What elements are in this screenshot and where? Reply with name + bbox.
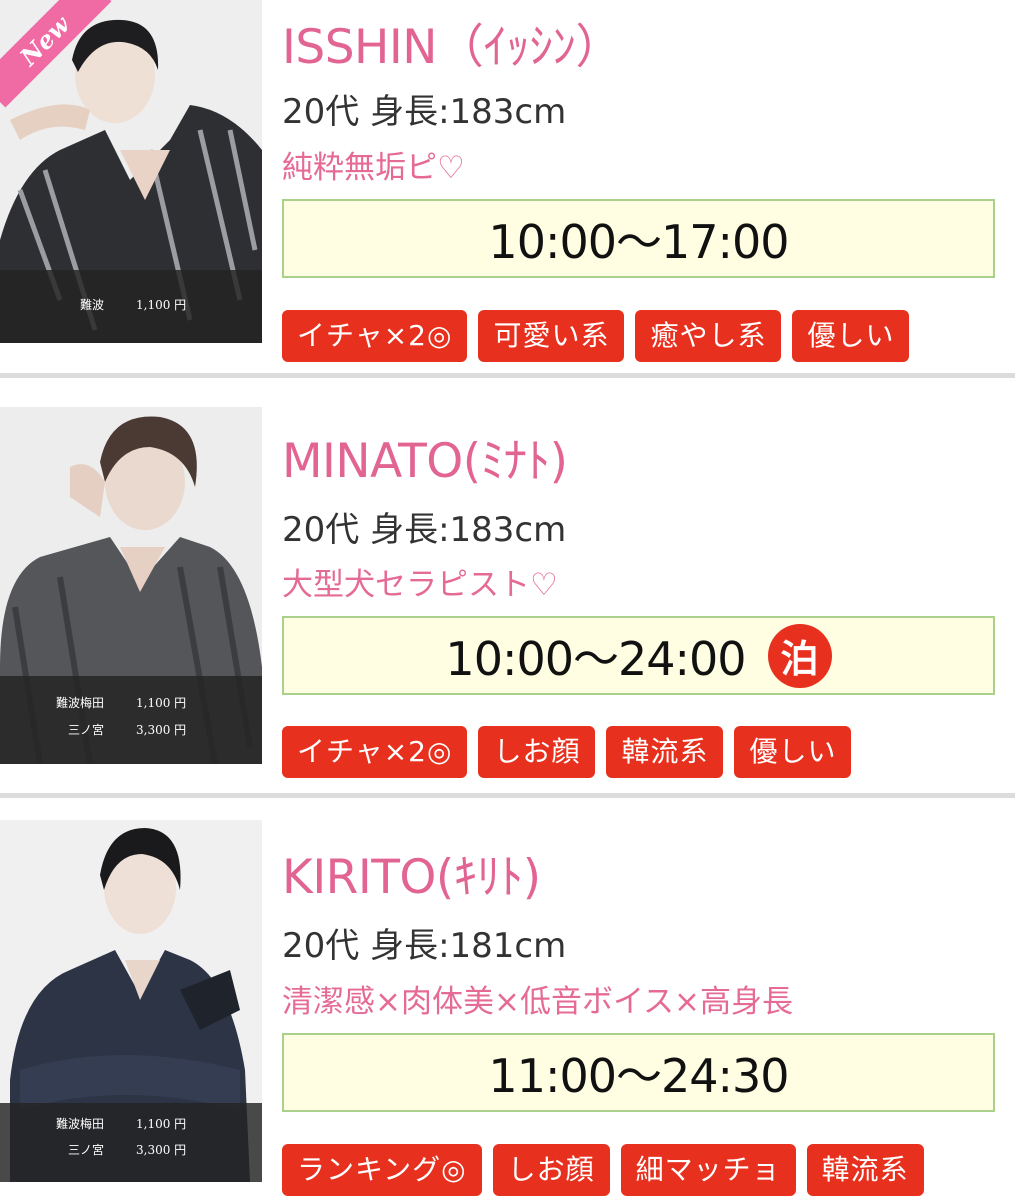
price-location: 難波梅田: [55, 1117, 104, 1131]
tag: 優しい: [792, 310, 910, 362]
tag: 韓流系: [806, 1144, 924, 1196]
tag: 細マッチョ: [620, 1144, 796, 1196]
tag: しお顔: [478, 726, 596, 778]
price-row: 難波 1,100 円: [0, 296, 262, 316]
cast-catchphrase: 純粋無垢ピ♡: [282, 150, 465, 186]
cast-card[interactable]: New 難波 1,100 円 ISSHIN（ｲｯｼﾝ） 20代 身長:183cm…: [0, 0, 1015, 370]
price-row: 三ノ宮 3,300 円: [0, 1141, 262, 1161]
schedule-time-box: 10:00〜24:00 泊: [282, 616, 995, 695]
price-band: 難波梅田 1,100 円 三ノ宮 3,300 円: [0, 676, 262, 764]
card-separator: [0, 373, 1015, 378]
cast-card[interactable]: 難波梅田 1,100 円 三ノ宮 3,300 円 MINATO(ﾐﾅﾄ) 20代…: [0, 402, 1015, 782]
price-location: 難波梅田: [55, 696, 104, 710]
tag: イチャ×2◎: [282, 310, 468, 362]
schedule-time-box: 10:00〜17:00: [282, 199, 995, 278]
cast-name[interactable]: MINATO(ﾐﾅﾄ): [282, 422, 568, 491]
price-row: 難波梅田 1,100 円: [0, 694, 262, 714]
schedule-time-box: 11:00〜24:30: [282, 1033, 995, 1112]
cast-photo[interactable]: 難波梅田 1,100 円 三ノ宮 3,300 円: [0, 820, 262, 1182]
tag: イチャ×2◎: [282, 726, 468, 778]
tag-list: イチャ×2◎ 可愛い系 癒やし系 優しい: [282, 310, 910, 362]
tag: ランキング◎: [282, 1144, 482, 1196]
cast-age-height: 20代 身長:183cm: [282, 510, 567, 550]
cast-name[interactable]: ISSHIN（ｲｯｼﾝ）: [282, 8, 622, 77]
tag: しお顔: [492, 1144, 610, 1196]
tag: 癒やし系: [635, 310, 782, 362]
price-location: 難波: [79, 298, 104, 312]
price-value: 3,300 円: [136, 723, 187, 737]
price-value: 1,100 円: [136, 1117, 187, 1131]
price-location: 三ノ宮: [67, 1143, 104, 1157]
price-row: 三ノ宮 3,300 円: [0, 721, 262, 741]
schedule-time: 11:00〜24:30: [488, 1048, 789, 1103]
tag: 優しい: [734, 726, 852, 778]
cast-card[interactable]: 難波梅田 1,100 円 三ノ宮 3,300 円 KIRITO(ｷﾘﾄ) 20代…: [0, 820, 1015, 1200]
cast-age-height: 20代 身長:181cm: [282, 926, 567, 966]
price-band: 難波 1,100 円: [0, 270, 262, 343]
price-value: 3,300 円: [136, 1143, 187, 1157]
cast-catchphrase: 大型犬セラピスト♡: [282, 567, 558, 603]
price-band: 難波梅田 1,100 円 三ノ宮 3,300 円: [0, 1103, 262, 1182]
tag: 可愛い系: [478, 310, 625, 362]
cast-name[interactable]: KIRITO(ｷﾘﾄ): [282, 838, 541, 907]
schedule-time: 10:00〜17:00: [488, 214, 789, 269]
price-value: 1,100 円: [136, 298, 187, 312]
tag: 韓流系: [606, 726, 724, 778]
price-location: 三ノ宮: [67, 723, 104, 737]
price-value: 1,100 円: [136, 696, 187, 710]
tag-list: イチャ×2◎ しお顔 韓流系 優しい: [282, 726, 852, 778]
cast-age-height: 20代 身長:183cm: [282, 92, 567, 132]
overnight-badge: 泊: [767, 623, 832, 688]
card-separator: [0, 793, 1015, 798]
tag-list: ランキング◎ しお顔 細マッチョ 韓流系: [282, 1144, 924, 1196]
cast-photo[interactable]: 難波梅田 1,100 円 三ノ宮 3,300 円: [0, 407, 262, 764]
schedule-time: 10:00〜24:00: [445, 631, 746, 686]
cast-catchphrase: 清潔感×肉体美×低音ボイス×高身長: [282, 984, 793, 1020]
cast-photo[interactable]: New 難波 1,100 円: [0, 0, 262, 343]
price-row: 難波梅田 1,100 円: [0, 1115, 262, 1135]
